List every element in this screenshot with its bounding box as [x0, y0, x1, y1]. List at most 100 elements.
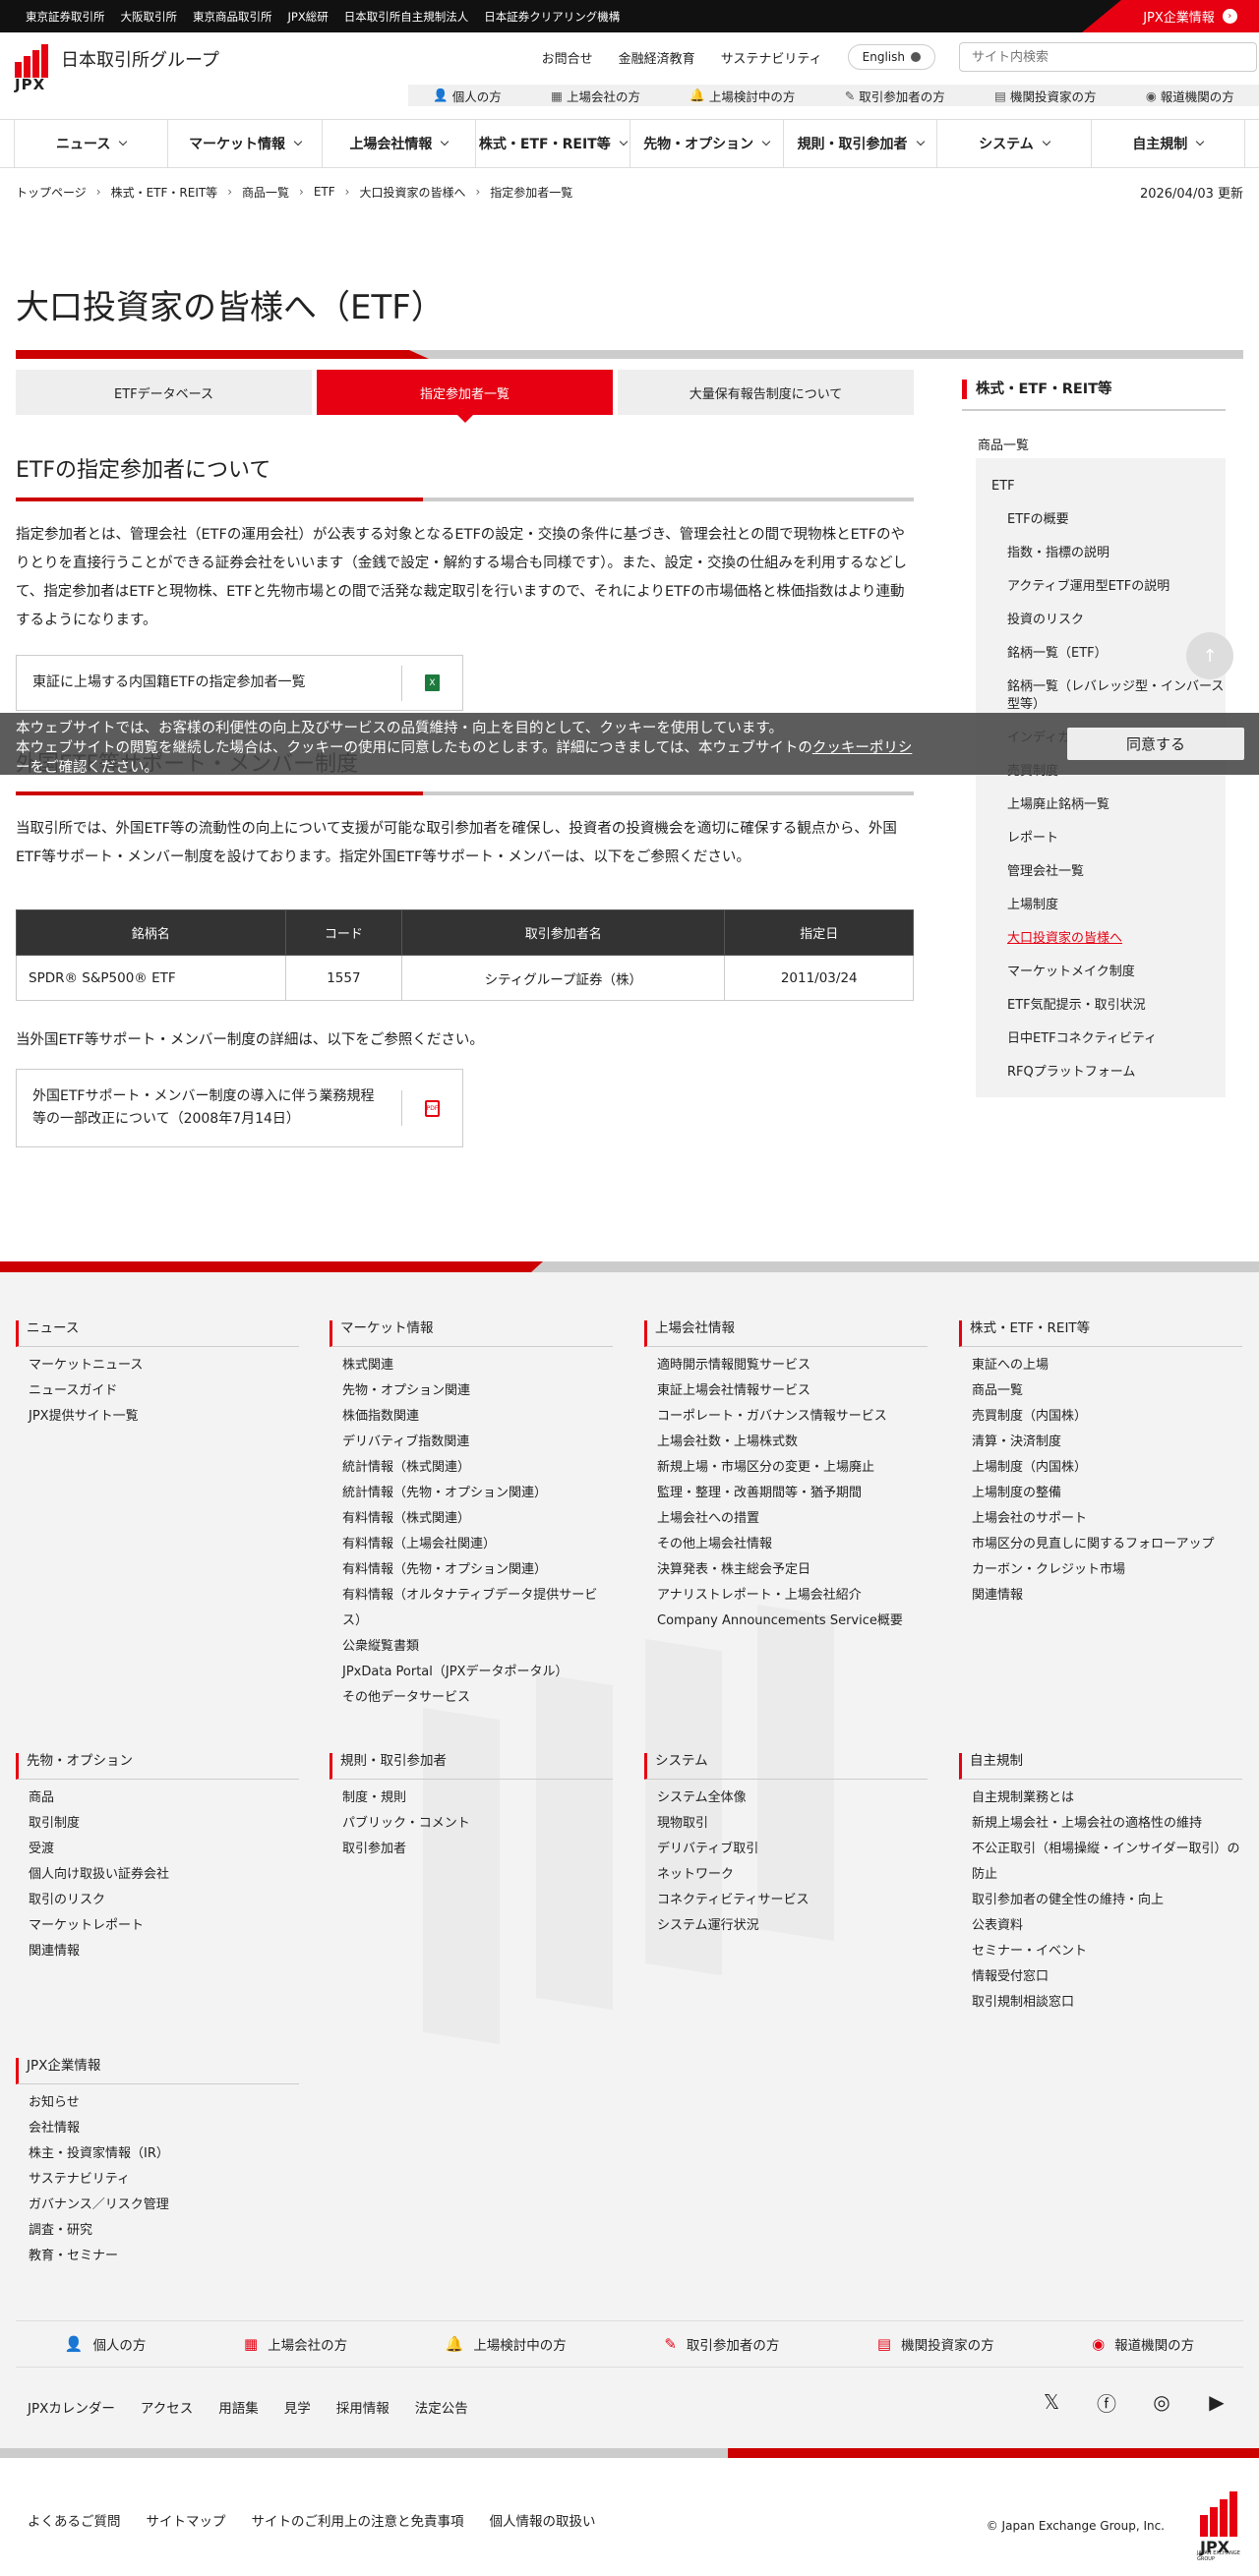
sidebar-item[interactable]: 上場制度 — [976, 889, 1226, 922]
sidebar-item[interactable]: 大口投資家の皆様へ — [976, 922, 1226, 956]
tab-designated-participants[interactable]: 指定参加者一覧 — [317, 370, 613, 423]
search-input[interactable] — [959, 42, 1257, 72]
footer-link[interactable]: アナリストレポート・上場会社紹介 — [657, 1583, 928, 1609]
sustainability-link[interactable]: サステナビリティ — [721, 48, 822, 67]
footer-link[interactable]: 適時開示情報閲覧サービス — [657, 1353, 928, 1378]
footer-link[interactable]: 会社情報 — [29, 2116, 299, 2141]
footer-link[interactable]: 商品一覧 — [972, 1378, 1242, 1404]
footer-link[interactable]: 用語集 — [218, 2397, 259, 2417]
footer-link[interactable]: 上場制度の整備 — [972, 1481, 1242, 1506]
youtube-icon[interactable]: ▶ — [1200, 2385, 1233, 2419]
footer-link[interactable]: 市場区分の見直しに関するフォローアップ — [972, 1532, 1242, 1557]
footer-column-title[interactable]: 規則・取引参加者 — [330, 1753, 613, 1780]
x-twitter-icon[interactable]: 𝕏 — [1035, 2385, 1068, 2419]
footer-audience-link-4[interactable]: ▤ 機関投資家の方 — [877, 2334, 994, 2354]
footer-link[interactable]: 監理・整理・改善期間等・猶予期間 — [657, 1481, 928, 1506]
footer-link[interactable]: 公衆縦覧書類 — [342, 1634, 613, 1660]
footer-link[interactable]: 取引参加者の健全性の維持・向上 — [972, 1888, 1242, 1913]
jpx-corporate-info-link[interactable]: JPX企業情報 › — [1082, 0, 1259, 32]
footer-column-title[interactable]: 株式・ETF・REIT等 — [959, 1320, 1242, 1347]
footer-link[interactable]: 法定公告 — [415, 2397, 468, 2417]
site-logo[interactable]: JPX 日本取引所グループ — [14, 44, 219, 93]
footer-bottom-link[interactable]: 個人情報の取扱い — [490, 2510, 596, 2530]
audience-link-0[interactable]: 👤 個人の方 — [433, 87, 502, 105]
participants-list-download[interactable]: 東証に上場する内国籍ETFの指定参加者一覧 X — [16, 655, 463, 711]
footer-column-title[interactable]: マーケット情報 — [330, 1320, 613, 1347]
footer-link[interactable]: 公表資料 — [972, 1913, 1242, 1939]
breadcrumb-item[interactable]: トップページ — [16, 184, 87, 201]
footer-bottom-link[interactable]: よくあるご質問 — [28, 2510, 121, 2530]
footer-link[interactable]: 有料情報（先物・オプション関連） — [342, 1557, 613, 1583]
footer-link[interactable]: セミナー・イベント — [972, 1939, 1242, 1964]
footer-link[interactable]: JPX提供サイト一覧 — [29, 1404, 299, 1430]
footer-link[interactable]: 決算発表・株主総会予定日 — [657, 1557, 928, 1583]
sidebar-item[interactable]: 日中ETFコネクティビティ — [976, 1023, 1226, 1056]
global-nav-item[interactable]: システム — [936, 120, 1090, 167]
footer-column-title[interactable]: ニュース — [16, 1320, 299, 1347]
footer-link[interactable]: 関連情報 — [972, 1583, 1242, 1609]
global-nav-item[interactable]: 自主規制 — [1090, 120, 1245, 167]
footer-column-title[interactable]: システム — [644, 1753, 928, 1780]
footer-link[interactable]: マーケットレポート — [29, 1913, 299, 1939]
footer-link[interactable]: 教育・セミナー — [29, 2244, 299, 2269]
footer-link[interactable]: 制度・規則 — [342, 1786, 613, 1811]
footer-link[interactable]: 個人向け取扱い証券会社 — [29, 1862, 299, 1888]
cookie-policy-link[interactable]: クッキーポリシ — [812, 740, 913, 756]
footer-audience-link-2[interactable]: 🔔 上場検討中の方 — [446, 2334, 567, 2354]
footer-link[interactable]: ニュースガイド — [29, 1378, 299, 1404]
footer-column-title[interactable]: JPX企業情報 — [16, 2058, 299, 2084]
footer-link[interactable]: システム全体像 — [657, 1786, 928, 1811]
footer-link[interactable]: 清算・決済制度 — [972, 1430, 1242, 1455]
group-company-link[interactable]: 日本取引所自主規制法人 — [344, 9, 469, 25]
footer-link[interactable]: その他上場会社情報 — [657, 1532, 928, 1557]
footer-link[interactable]: 東証上場会社情報サービス — [657, 1378, 928, 1404]
footer-link[interactable]: 受渡 — [29, 1837, 299, 1862]
footer-link[interactable]: デリバティブ取引 — [657, 1837, 928, 1862]
footer-link[interactable]: 先物・オプション関連 — [342, 1378, 613, 1404]
facebook-icon[interactable]: ⓕ — [1090, 2385, 1123, 2419]
footer-link[interactable]: 新規上場・市場区分の変更・上場廃止 — [657, 1455, 928, 1481]
footer-link[interactable]: デリバティブ指数関連 — [342, 1430, 613, 1455]
group-company-link[interactable]: 大阪取引所 — [121, 9, 178, 25]
audience-link-1[interactable]: ▦ 上場会社の方 — [551, 87, 640, 105]
footer-link[interactable]: 売買制度（内国株） — [972, 1404, 1242, 1430]
footer-link[interactable]: 関連情報 — [29, 1939, 299, 1964]
footer-link[interactable]: JPXカレンダー — [28, 2397, 115, 2417]
sidebar-item[interactable]: 投資のリスク — [976, 604, 1226, 637]
footer-link[interactable]: システム運行状況 — [657, 1913, 928, 1939]
footer-column-title[interactable]: 上場会社情報 — [644, 1320, 928, 1347]
footer-link[interactable]: 取引制度 — [29, 1811, 299, 1837]
audience-link-2[interactable]: 🔔 上場検討中の方 — [689, 87, 795, 105]
footer-link[interactable]: 現物取引 — [657, 1811, 928, 1837]
footer-link[interactable]: ネットワーク — [657, 1862, 928, 1888]
footer-link[interactable]: コネクティビティサービス — [657, 1888, 928, 1913]
back-to-top-button[interactable]: ↑ — [1186, 632, 1233, 679]
tab-large-holding-report[interactable]: 大量保有報告制度について — [618, 370, 914, 415]
footer-link[interactable]: 有料情報（オルタナティブデータ提供サービス） — [342, 1583, 613, 1634]
support-member-pdf-download[interactable]: 外国ETFサポート・メンバー制度の導入に伴う業務規程等の一部改正について（200… — [16, 1069, 463, 1147]
group-company-link[interactable]: 東京商品取引所 — [193, 9, 272, 25]
footer-link[interactable]: 調査・研究 — [29, 2218, 299, 2244]
footer-link[interactable]: 株価指数関連 — [342, 1404, 613, 1430]
global-nav-item[interactable]: ニュース — [14, 120, 167, 167]
global-nav-item[interactable]: 株式・ETF・REIT等 — [475, 120, 629, 167]
footer-link[interactable]: 有料情報（上場会社関連） — [342, 1532, 613, 1557]
global-nav-item[interactable]: 規則・取引参加者 — [782, 120, 936, 167]
footer-link[interactable]: 上場会社のサポート — [972, 1506, 1242, 1532]
footer-link[interactable]: アクセス — [141, 2397, 193, 2417]
cookie-accept-button[interactable]: 同意する — [1067, 728, 1244, 760]
sidebar-item[interactable]: ETFの概要 — [976, 503, 1226, 537]
footer-link[interactable]: 上場会社数・上場株式数 — [657, 1430, 928, 1455]
footer-link[interactable]: コーポレート・ガバナンス情報サービス — [657, 1404, 928, 1430]
audience-link-4[interactable]: ▤ 機関投資家の方 — [994, 87, 1096, 105]
audience-link-5[interactable]: ◉ 報道機関の方 — [1146, 87, 1234, 105]
breadcrumb-item[interactable]: 株式・ETF・REIT等 — [111, 184, 218, 201]
footer-bottom-link[interactable]: サイトマップ — [147, 2510, 226, 2530]
footer-link[interactable]: 取引参加者 — [342, 1837, 613, 1862]
footer-link[interactable]: 有料情報（株式関連） — [342, 1506, 613, 1532]
footer-link[interactable]: 新規上場会社・上場会社の適格性の維持 — [972, 1811, 1242, 1837]
global-nav-item[interactable]: 先物・オプション — [629, 120, 783, 167]
footer-link[interactable]: 自主規制業務とは — [972, 1786, 1242, 1811]
group-company-link[interactable]: 東京証券取引所 — [26, 9, 105, 25]
sidebar-item[interactable]: 管理会社一覧 — [976, 855, 1226, 889]
